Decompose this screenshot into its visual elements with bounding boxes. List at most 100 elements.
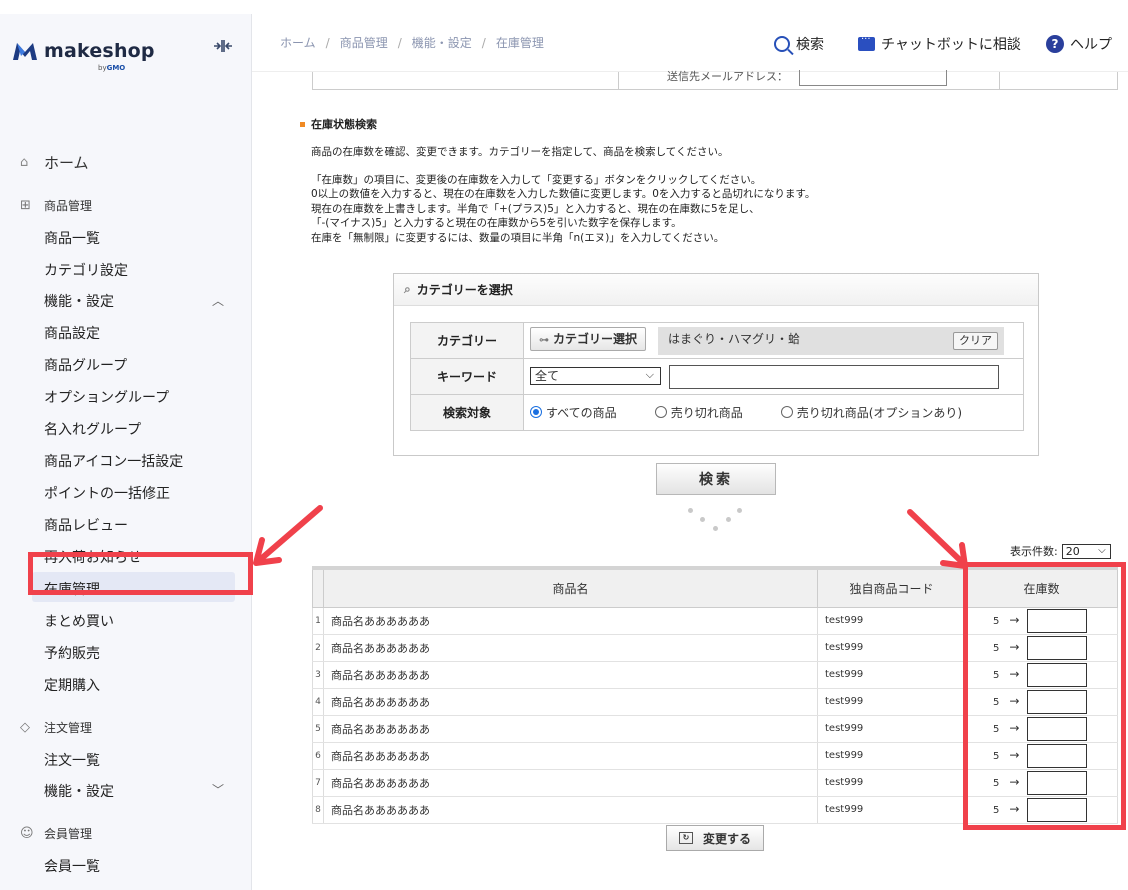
chevron-down-icon: ⌵ (645, 368, 654, 381)
product-code-cell: test999 (817, 633, 966, 662)
chevron-down-icon: ⌵ (1098, 544, 1106, 556)
sidebar-section-members[interactable]: ☺ 会員管理 (20, 825, 92, 842)
top-header: ホーム/商品管理/機能・設定/在庫管理 検索 チャットボットに相談 ? ヘルプ (252, 14, 1128, 72)
sidebar-section-products[interactable]: ⊞ 商品管理 (20, 197, 92, 214)
search-form-table: カテゴリー ⊶ カテゴリー選択 はまぐり・ハマグリ・蛤 クリア キーワード 全て ⌵ 検… (410, 322, 1024, 431)
breadcrumb-products[interactable]: 商品管理 (340, 36, 388, 50)
brand-sub: byGMO (98, 64, 126, 72)
row-number: 3 (312, 660, 324, 689)
product-name-cell: 商品名ああああああ (323, 660, 818, 689)
header-search-button[interactable]: 検索 (774, 34, 824, 54)
sidebar-item-order-features[interactable]: 機能・設定 (44, 781, 114, 801)
loading-spinner-icon (686, 505, 746, 535)
category-label: カテゴリー (410, 322, 524, 359)
category-select-panel: ⌕ カテゴリーを選択 カテゴリー ⊶ カテゴリー選択 はまぐり・ハマグリ・蛤 クリア … (393, 273, 1039, 456)
product-name-cell: 商品名ああああああ (323, 768, 818, 797)
sidebar-section-orders[interactable]: ◇ 注文管理 (20, 719, 92, 736)
product-code-cell: test999 (817, 714, 966, 743)
keyword-input[interactable] (669, 364, 999, 389)
row-number: 5 (312, 714, 324, 743)
clear-button[interactable]: クリア (953, 331, 999, 350)
change-button[interactable]: ↻ 変更する (666, 825, 764, 851)
sidebar-item-icon-bulk[interactable]: 商品アイコン一括設定 (44, 451, 183, 471)
chatbot-button[interactable]: チャットボットに相談 (858, 34, 1021, 54)
breadcrumb-inventory: 在庫管理 (495, 36, 544, 50)
tag-icon: ◇ (20, 720, 30, 735)
home-icon: ⌂ (20, 155, 29, 170)
chevron-down-icon[interactable]: ﹀ (212, 781, 224, 798)
radio-all-products[interactable]: すべての商品 (530, 404, 617, 421)
sidebar-item-product-group[interactable]: 商品グループ (44, 355, 127, 375)
save-icon: ↻ (678, 832, 693, 844)
per-page-select[interactable]: 20 ⌵ (1061, 543, 1111, 559)
sidebar-item-reviews[interactable]: 商品レビュー (44, 515, 128, 535)
product-code-cell: test999 (817, 768, 966, 797)
product-code-cell: test999 (817, 660, 966, 689)
product-name-cell: 商品名ああああああ (323, 633, 818, 662)
target-label: 検索対象 (410, 394, 524, 431)
breadcrumb: ホーム / 商品管理 / 機能・設定 / 在庫管理 (280, 36, 544, 50)
sidebar: makeshop byGMO ⌂ ホーム ⊞ 商品管理 商品一覧 カテゴリ設定 … (0, 14, 253, 890)
product-name-cell: 商品名ああああああ (323, 606, 818, 635)
section-line-3: 現在の在庫数を上書きします。半角で「+(プラス)5」と入力すると、現在の在庫数に… (311, 203, 760, 215)
magnifier-icon: ⌕ (404, 282, 411, 296)
product-code-cell: test999 (817, 795, 966, 824)
chevron-up-icon[interactable]: ︿ (212, 292, 224, 309)
tree-icon: ⊶ (539, 334, 549, 346)
section-line-1: 「在庫数」の項目に、変更後の在庫数を入力して「変更する」ボタンをクリックしてくだ… (311, 174, 762, 186)
keyword-label: キーワード (410, 358, 524, 395)
product-name-cell: 商品名ああああああ (323, 741, 818, 770)
sidebar-item-member-list[interactable]: 会員一覧 (44, 856, 100, 876)
col-product-name: 商品名 (323, 566, 818, 608)
sidebar-item-product-list[interactable]: 商品一覧 (44, 228, 100, 248)
makeshop-logo-icon (13, 43, 37, 60)
breadcrumb-features[interactable]: 機能・設定 (412, 36, 472, 50)
product-name-cell: 商品名ああああああ (323, 714, 818, 743)
chat-icon (858, 34, 875, 51)
category-value: はまぐり・ハマグリ・蛤 クリア (658, 326, 1005, 355)
category-select-button[interactable]: ⊶ カテゴリー選択 (530, 326, 647, 351)
brand-logo[interactable]: makeshop byGMO (12, 40, 155, 72)
sidebar-item-order-list[interactable]: 注文一覧 (44, 750, 100, 770)
row-number: 8 (312, 795, 324, 824)
radio-sold-out-options[interactable]: 売り切れ商品(オプションあり) (780, 404, 962, 421)
sidebar-item-features-settings[interactable]: 機能・設定 (44, 291, 114, 311)
keyword-scope-select[interactable]: 全て ⌵ (530, 367, 661, 385)
sidebar-item-points-bulk[interactable]: ポイントの一括修正 (44, 483, 170, 503)
sidebar-item-option-group[interactable]: オプショングループ (44, 387, 169, 407)
category-panel-header: ⌕ カテゴリーを選択 (394, 274, 1038, 306)
per-page-control: 表示件数: 20 ⌵ (1010, 543, 1111, 559)
product-name-cell: 商品名ああああああ (323, 795, 818, 824)
section-title: 在庫状態検索 (300, 116, 377, 132)
product-name-cell: 商品名ああああああ (323, 687, 818, 716)
col-product-code: 独自商品コード (817, 566, 966, 608)
highlight-box-stock (963, 562, 1126, 830)
row-number: 7 (312, 768, 324, 797)
search-button[interactable]: 検索 (656, 463, 776, 495)
breadcrumb-home[interactable]: ホーム (280, 36, 316, 50)
row-number: 6 (312, 741, 324, 770)
email-input-cut[interactable] (799, 70, 947, 86)
radio-sold-out[interactable]: 売り切れ商品 (654, 404, 743, 421)
sidebar-item-bulk-buy[interactable]: まとめ買い (44, 611, 114, 631)
brand-name: makeshop (44, 40, 155, 62)
arrow-to-inventory-icon (253, 505, 323, 566)
product-code-cell: test999 (817, 741, 966, 770)
gift-icon: ⊞ (20, 198, 31, 213)
sidebar-item-preorder[interactable]: 予約販売 (44, 643, 100, 663)
help-button[interactable]: ? ヘルプ (1046, 34, 1112, 54)
product-code-cell: test999 (817, 687, 966, 716)
row-number: 2 (312, 633, 324, 662)
collapse-sidebar-icon[interactable] (213, 38, 233, 54)
section-line-4: 「-(マイナス)5」と入力すると現在の在庫数から5を引いた数字を保存します。 (311, 217, 682, 229)
section-marker-icon (300, 121, 305, 127)
product-code-cell: test999 (817, 606, 966, 635)
sidebar-item-category-settings[interactable]: カテゴリ設定 (44, 260, 128, 280)
sidebar-item-engraving-group[interactable]: 名入れグループ (44, 419, 141, 439)
row-number: 4 (312, 687, 324, 716)
sidebar-item-product-settings[interactable]: 商品設定 (44, 323, 100, 343)
sidebar-item-subscription[interactable]: 定期購入 (44, 675, 100, 695)
highlight-box-inventory (28, 552, 253, 595)
row-number: 1 (312, 606, 324, 635)
sidebar-item-home[interactable]: ⌂ ホーム (20, 152, 89, 173)
